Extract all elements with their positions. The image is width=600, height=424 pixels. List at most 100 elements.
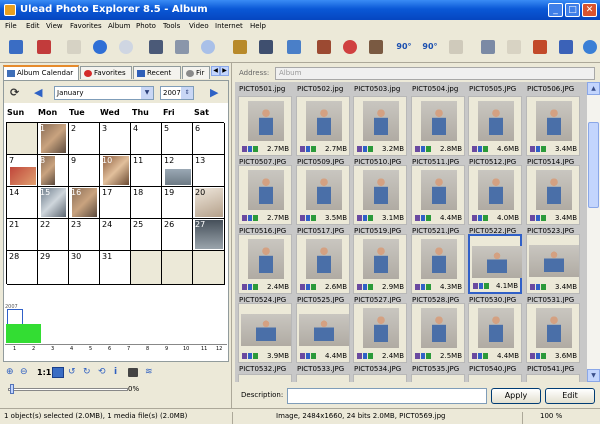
thumbnail[interactable]: 2.4MB: [353, 303, 407, 363]
menu-video[interactable]: Video: [189, 22, 209, 30]
calendar-day[interactable]: 23: [69, 219, 100, 251]
zoom-slider-track[interactable]: [8, 388, 128, 391]
calendar-day[interactable]: 21: [7, 219, 38, 251]
refresh-icon[interactable]: ⟲: [98, 367, 106, 377]
red-eye-button[interactable]: [340, 37, 360, 57]
menu-internet[interactable]: Internet: [215, 22, 243, 30]
calendar-day[interactable]: 31: [100, 251, 131, 285]
thumbnail[interactable]: 2.4MB: [238, 234, 292, 294]
thumbnail[interactable]: 3.1MB: [353, 165, 407, 225]
thumbnail[interactable]: [411, 374, 465, 382]
thumbnail[interactable]: [296, 374, 350, 382]
scroll-down-icon[interactable]: ▼: [587, 369, 600, 382]
calendar-day[interactable]: 5: [162, 123, 193, 155]
thumbnail[interactable]: 2.7MB: [238, 96, 292, 156]
prev-month-button[interactable]: ◀: [34, 86, 42, 99]
calendar-day[interactable]: 2: [69, 123, 100, 155]
thumbnail[interactable]: 2.9MB: [353, 234, 407, 294]
calendar-day[interactable]: 22: [38, 219, 69, 251]
vertical-scrollbar[interactable]: ▲ ▼: [587, 82, 600, 382]
calendar-day[interactable]: 16: [69, 187, 100, 219]
calendar-day[interactable]: 24: [100, 219, 131, 251]
thumbnail[interactable]: 3.4MB: [526, 234, 580, 294]
calendar-day[interactable]: 8: [38, 155, 69, 187]
wireless-icon[interactable]: ≋: [145, 367, 153, 377]
thumbnail[interactable]: 2.7MB: [296, 96, 350, 156]
thumbnail[interactable]: 3.4MB: [526, 96, 580, 156]
share-button[interactable]: [504, 37, 524, 57]
thumbnail[interactable]: 4.1MB: [468, 234, 522, 294]
timeline-bar[interactable]: [24, 324, 41, 343]
zoom-in-icon[interactable]: ⊕: [6, 367, 14, 377]
email-button[interactable]: [556, 37, 576, 57]
slideshow-button[interactable]: [530, 37, 550, 57]
maximize-button[interactable]: □: [565, 3, 580, 17]
thumbnail[interactable]: 2.6MB: [296, 234, 350, 294]
thumbnail[interactable]: 3.9MB: [238, 303, 292, 363]
zoom-out-icon[interactable]: ⊖: [20, 367, 28, 377]
timeline-selection[interactable]: [7, 309, 23, 325]
calendar-day[interactable]: 1: [38, 123, 69, 155]
calendar-day[interactable]: 10: [100, 155, 131, 187]
info-icon[interactable]: i: [114, 367, 117, 377]
menu-album[interactable]: Album: [108, 22, 130, 30]
menu-tools[interactable]: Tools: [163, 22, 180, 30]
print-button[interactable]: [478, 37, 498, 57]
capture-button[interactable]: [256, 37, 276, 57]
calendar-day[interactable]: 18: [131, 187, 162, 219]
calendar-day[interactable]: 4: [131, 123, 162, 155]
scanner-button[interactable]: [172, 37, 192, 57]
address-input[interactable]: Album: [275, 67, 595, 80]
thumbnail[interactable]: 2.7MB: [238, 165, 292, 225]
album-button[interactable]: [34, 37, 54, 57]
thumbnail[interactable]: 4.0MB: [468, 165, 522, 225]
tab-scroll-right-icon[interactable]: ▶: [220, 66, 229, 76]
tag-button[interactable]: [64, 37, 84, 57]
enhance-button[interactable]: [366, 37, 386, 57]
fit-icon[interactable]: [52, 367, 64, 378]
calendar-day[interactable]: 17: [100, 187, 131, 219]
thumbnail[interactable]: [468, 374, 522, 382]
thumbnail[interactable]: 4.4MB: [468, 303, 522, 363]
rotate-left-button[interactable]: 90°: [394, 37, 414, 57]
calendar-day[interactable]: 29: [38, 251, 69, 285]
thumbnail[interactable]: [238, 374, 292, 382]
year-spinner[interactable]: 2007 ⇕: [160, 86, 194, 100]
thumbnail[interactable]: 3.4MB: [526, 165, 580, 225]
calendar-day[interactable]: 12: [162, 155, 193, 187]
layout-button[interactable]: [284, 37, 304, 57]
thumbnail[interactable]: 3.6MB: [526, 303, 580, 363]
description-input[interactable]: [287, 388, 487, 404]
rotate-cw-icon[interactable]: ↻: [83, 367, 91, 377]
thumbnail[interactable]: 2.5MB: [411, 303, 465, 363]
calendar-day[interactable]: 19: [162, 187, 193, 219]
menu-edit[interactable]: Edit: [26, 22, 40, 30]
apply-button[interactable]: Apply: [491, 388, 541, 404]
menu-favorites[interactable]: Favorites: [70, 22, 102, 30]
view-photo-button[interactable]: [314, 37, 334, 57]
thumbnail[interactable]: [526, 374, 580, 382]
menu-file[interactable]: File: [5, 22, 17, 30]
thumbnail[interactable]: 4.4MB: [296, 303, 350, 363]
tab-find[interactable]: Fir: [182, 66, 210, 79]
thumbnail[interactable]: 4.6MB: [468, 96, 522, 156]
thumbnail[interactable]: 2.8MB: [411, 96, 465, 156]
month-select[interactable]: January ▼: [54, 86, 154, 100]
timeline-bar[interactable]: [6, 324, 24, 343]
tab-scroll-left-icon[interactable]: ◀: [211, 66, 220, 76]
calendar-day[interactable]: 26: [162, 219, 193, 251]
camera-button[interactable]: [146, 37, 166, 57]
edit-button[interactable]: Edit: [545, 388, 595, 404]
calendar-day[interactable]: 27: [193, 219, 225, 251]
minimize-button[interactable]: _: [548, 3, 563, 17]
tab-favorites[interactable]: Favorites: [80, 66, 132, 79]
calendar-day[interactable]: 20: [193, 187, 225, 219]
cd-button[interactable]: [198, 37, 218, 57]
scroll-thumb[interactable]: [588, 122, 599, 208]
close-button[interactable]: ✕: [582, 3, 597, 17]
rotate-ccw-icon[interactable]: ↺: [68, 367, 76, 377]
thumbnail[interactable]: 4.4MB: [411, 165, 465, 225]
calendar-day[interactable]: 30: [69, 251, 100, 285]
forward-button[interactable]: [116, 37, 136, 57]
refresh-icon[interactable]: ⟳: [10, 86, 19, 99]
